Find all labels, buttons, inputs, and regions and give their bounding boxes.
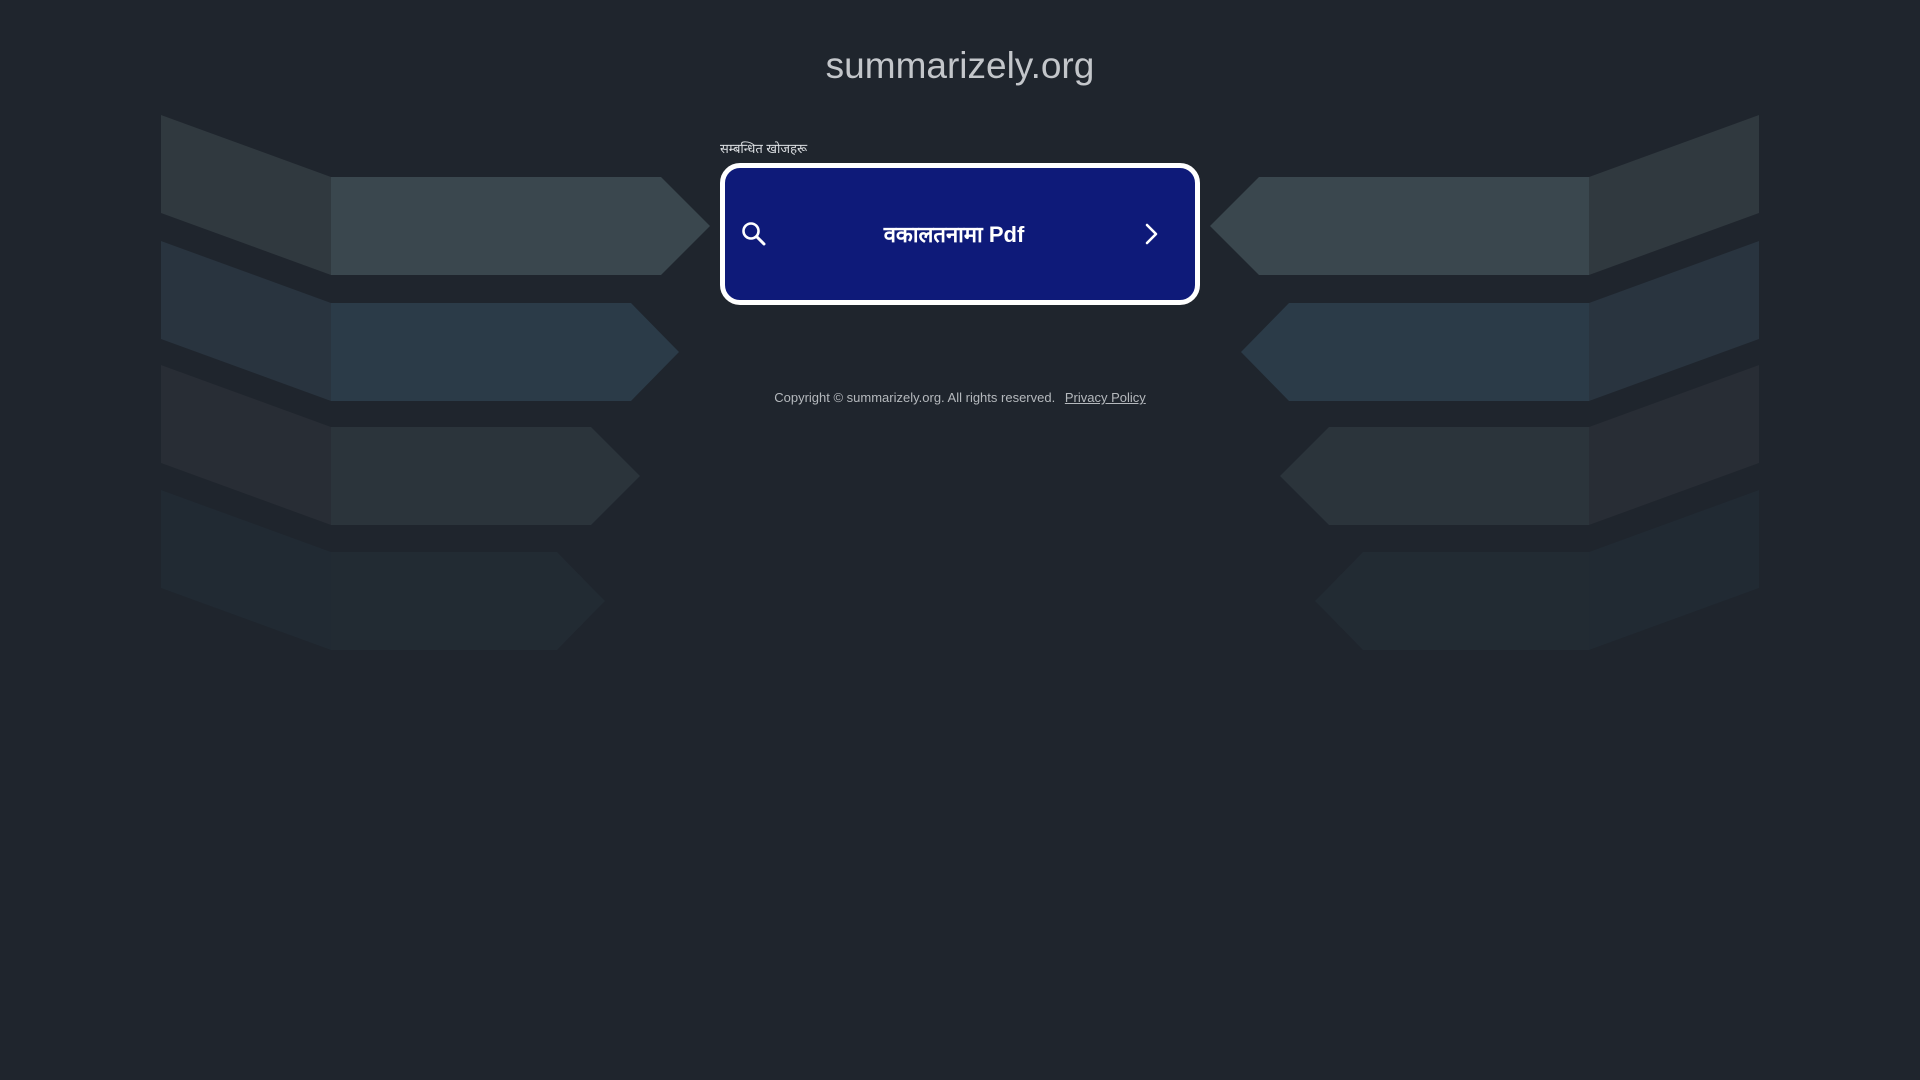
copyright-text: Copyright © summarizely.org. All rights …	[774, 390, 1056, 405]
related-search-link[interactable]: वकालतनामा Pdf	[720, 163, 1200, 305]
background-decoration	[161, 115, 1759, 650]
right-ribbons	[1210, 115, 1759, 650]
chevron-right-icon	[1139, 220, 1163, 248]
related-search-text: वकालतनामा Pdf	[883, 222, 1025, 247]
landing-page: summarizely.org सम्बन्धित खोजहरू वकालतना…	[0, 0, 1920, 1080]
related-searches-label: सम्बन्धित खोजहरू	[720, 141, 808, 156]
footer: Copyright © summarizely.org. All rights …	[0, 390, 1920, 405]
site-title: summarizely.org	[825, 45, 1095, 86]
left-ribbons	[161, 115, 710, 650]
privacy-policy-link[interactable]: Privacy Policy	[1065, 390, 1146, 405]
